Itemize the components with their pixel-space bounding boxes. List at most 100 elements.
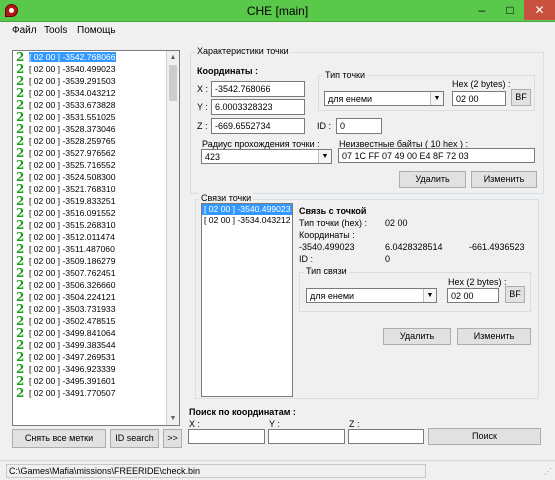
list-item-label: [ 02 00 ] -3539.291503 (29, 76, 116, 86)
search-y-field[interactable] (268, 429, 345, 444)
list-item-label: [ 02 00 ] -3515.268310 (29, 220, 116, 230)
list-item[interactable]: 2[ 02 00 ] -3539.291503 (13, 75, 179, 87)
maximize-button[interactable]: □ (496, 0, 524, 20)
link-item[interactable]: [ 02 00 ] -3534.043212 (202, 215, 292, 226)
edit-point-button[interactable]: Изменить (471, 171, 537, 188)
list-item[interactable]: 2[ 02 00 ] -3528.373046 (13, 123, 179, 135)
search-y-label: Y : (269, 419, 280, 429)
list-item-label: [ 02 00 ] -3495.391601 (29, 376, 116, 386)
clear-marks-button[interactable]: Снять все метки (12, 429, 106, 448)
z-field[interactable] (211, 118, 305, 134)
search-title: Поиск по координатам : (189, 407, 296, 417)
list-item-label: [ 02 00 ] -3509.186279 (29, 256, 116, 266)
chevron-down-icon: ▼ (318, 150, 331, 163)
hex-field[interactable] (452, 91, 506, 106)
list-item-label: [ 02 00 ] -3503.731933 (29, 304, 116, 314)
next-button[interactable]: >> (163, 429, 182, 448)
link-hex-field[interactable] (447, 288, 499, 303)
list-item[interactable]: 2[ 02 00 ] -3495.391601 (13, 375, 179, 387)
radius-select[interactable]: 423 ▼ (201, 149, 332, 164)
link-type-value: для енеми (310, 291, 355, 301)
list-item[interactable]: 2[ 02 00 ] -3534.043212 (13, 87, 179, 99)
link-type-hex-label: Тип точки (hex) : (299, 218, 367, 228)
list-item[interactable]: 2[ 02 00 ] -3504.224121 (13, 291, 179, 303)
link-item[interactable]: [ 02 00 ] -3540.499023 (202, 204, 292, 215)
list-item-label: [ 02 00 ] -3512.011474 (29, 232, 115, 242)
list-scrollbar[interactable]: ▲ ▼ (166, 51, 179, 425)
chevron-down-icon: ▼ (430, 92, 443, 105)
edit-link-button[interactable]: Изменить (457, 328, 531, 345)
list-item[interactable]: 2[ 02 00 ] -3499.383544 (13, 339, 179, 351)
list-item-label: [ 02 00 ] -3511.487060 (29, 244, 115, 254)
point-type-select[interactable]: для енеми ▼ (324, 91, 444, 106)
delete-point-button[interactable]: Удалить (399, 171, 466, 188)
link-type-select[interactable]: для енеми ▼ (306, 288, 437, 303)
list-item[interactable]: 2[ 02 00 ] -3540.499023 (13, 63, 179, 75)
list-item[interactable]: 2[ 02 00 ] -3511.487060 (13, 243, 179, 255)
link-type-title: Тип связи (304, 266, 349, 276)
menu-help[interactable]: Помощь (77, 25, 116, 36)
id-search-button[interactable]: ID search (110, 429, 159, 448)
list-item-label: [ 02 00 ] -3519.833251 (29, 196, 116, 206)
scroll-up-icon[interactable]: ▲ (167, 51, 179, 64)
list-item[interactable]: 2[ 02 00 ] -3503.731933 (13, 303, 179, 315)
y-label: Y : (197, 102, 208, 112)
point-type-value: для енеми (328, 94, 373, 104)
y-field[interactable] (211, 99, 305, 115)
menu-tools[interactable]: Tools (44, 25, 67, 36)
point-props-title: Характеристики точки (195, 46, 291, 56)
bf-button[interactable]: BF (511, 89, 531, 106)
search-z-field[interactable] (348, 429, 424, 444)
list-item[interactable]: 2[ 02 00 ] -3507.762451 (13, 267, 179, 279)
links-list[interactable]: [ 02 00 ] -3540.499023 [ 02 00 ] -3534.0… (201, 203, 293, 397)
list-item[interactable]: 2 [ 02 00 ] -3491.770507 (13, 387, 179, 399)
search-x-field[interactable] (188, 429, 265, 444)
link-coord-x: -3540.499023 (299, 242, 355, 252)
list-item-label: [ 02 00 ] -3499.841064 (29, 328, 116, 338)
list-item-label: [ 02 00 ] -3507.762451 (29, 268, 116, 278)
list-item[interactable]: 2[ 02 00 ] -3502.478515 (13, 315, 179, 327)
status-bar: C:\Games\Mafia\missions\FREERIDE\check.b… (0, 460, 555, 480)
list-item-label: [ 02 00 ] -3524.508300 (29, 172, 116, 182)
list-item[interactable]: 2[ 02 00 ] -3527.976562 (13, 147, 179, 159)
list-item[interactable]: 2[ 02 00 ] -3524.508300 (13, 171, 179, 183)
link-heading: Связь с точкой (299, 206, 367, 216)
list-item[interactable]: 2[ 02 00 ] -3506.326660 (13, 279, 179, 291)
list-item[interactable]: 2[ 02 00 ] -3499.841064 (13, 327, 179, 339)
z-label: Z : (197, 121, 208, 131)
id-field[interactable] (336, 118, 382, 134)
list-item[interactable]: 2[ 02 00 ] -3512.011474 (13, 231, 179, 243)
scroll-thumb[interactable] (169, 65, 177, 101)
minimize-button[interactable]: – (468, 0, 496, 20)
list-item-label: [ 02 00 ] -3527.976562 (29, 148, 116, 158)
delete-link-button[interactable]: Удалить (383, 328, 451, 345)
list-item[interactable]: 2[ 02 00 ] -3519.833251 (13, 195, 179, 207)
list-item[interactable]: 2[ 02 00 ] -3521.768310 (13, 183, 179, 195)
menu-file[interactable]: Файл (12, 25, 37, 36)
list-item[interactable]: 2[ 02 00 ] -3497.269531 (13, 351, 179, 363)
list-item[interactable]: 2[ 02 00 ] -3509.186279 (13, 255, 179, 267)
radius-value: 423 (205, 152, 221, 162)
list-item[interactable]: 2[ 02 00 ] -3533.673828 (13, 99, 179, 111)
list-item-label: [ 02 00 ] -3502.478515 (29, 316, 116, 326)
scroll-down-icon[interactable]: ▼ (167, 412, 179, 425)
coords-heading: Координаты : (197, 66, 259, 76)
list-item[interactable]: 2[ 02 00 ] -3516.091552 (13, 207, 179, 219)
list-item-label: [ 02 00 ] -3534.043212 (29, 88, 116, 98)
list-item-label: [ 02 00 ] -3491.770507 (29, 388, 116, 398)
unknown-bytes-field[interactable] (338, 148, 535, 163)
close-button[interactable]: ✕ (524, 0, 555, 20)
list-item[interactable]: 2[ 02 00 ] -3525.716552 (13, 159, 179, 171)
list-item[interactable]: 2[ 02 00 ] -3531.551025 (13, 111, 179, 123)
x-field[interactable] (211, 81, 305, 97)
list-item[interactable]: 2[ 02 00 ] -3496.923339 (13, 363, 179, 375)
link-bf-button[interactable]: BF (505, 286, 525, 303)
list-item[interactable]: 2[ 02 00 ] -3528.259765 (13, 135, 179, 147)
search-button[interactable]: Поиск (428, 428, 541, 445)
points-list[interactable]: 2[ 02 00 ] -3542.768066 2[ 02 00 ] -3540.… (12, 50, 180, 426)
search-x-label: X : (189, 419, 201, 429)
link-coord-y: 6.0428328514 (385, 242, 443, 252)
list-item[interactable]: 2[ 02 00 ] -3515.268310 (13, 219, 179, 231)
list-item[interactable]: 2[ 02 00 ] -3542.768066 (13, 51, 179, 63)
resize-grip-icon[interactable]: ⋰ (544, 467, 552, 476)
